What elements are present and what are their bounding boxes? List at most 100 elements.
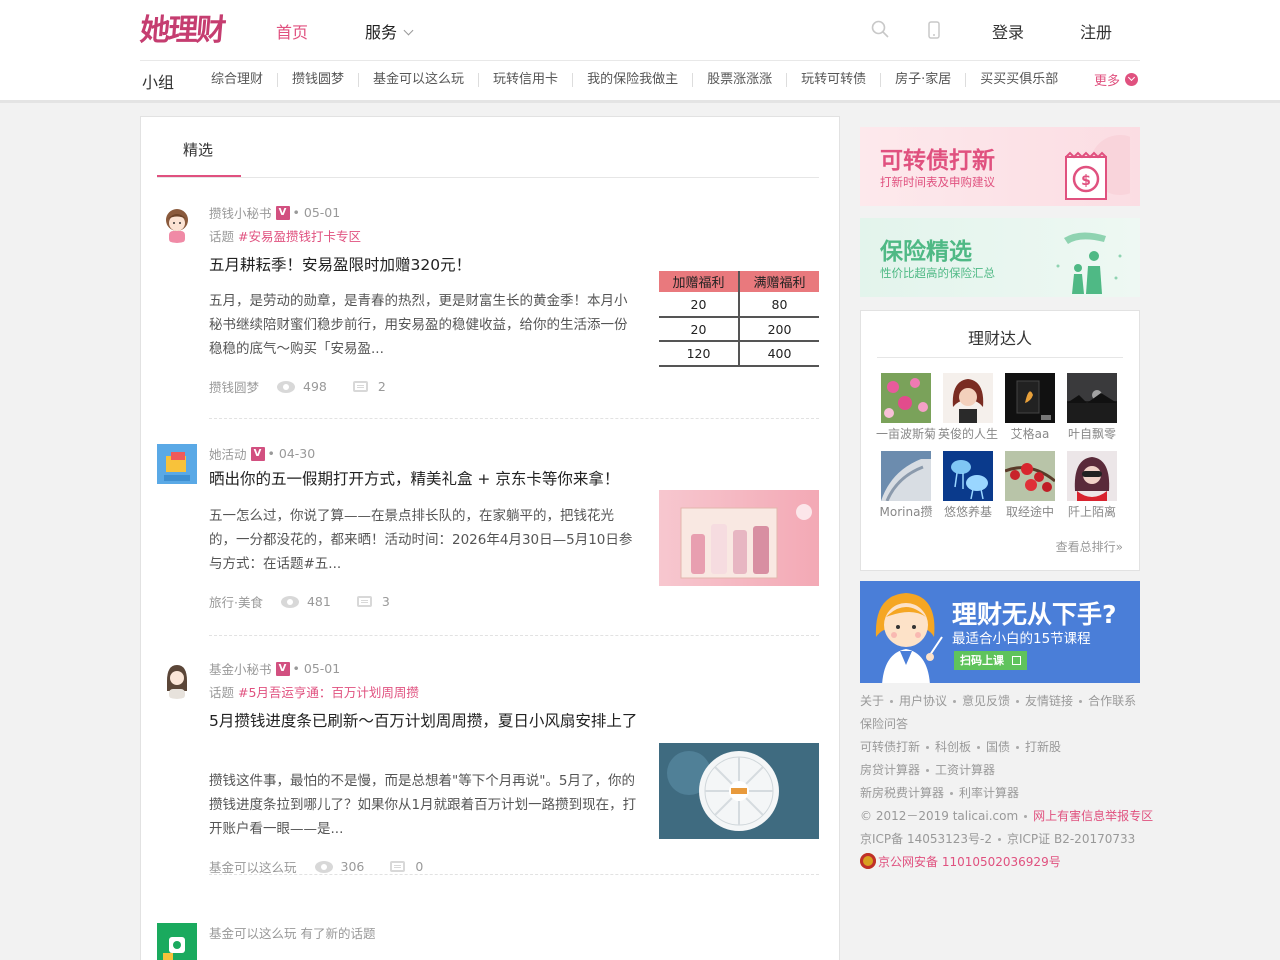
footer-link-house-tax-calc[interactable]: 新房税费计算器	[860, 786, 944, 800]
expert-card[interactable]: 叶自飘零	[1061, 373, 1123, 442]
avatar	[943, 373, 993, 423]
comment-count: 0	[415, 859, 424, 874]
author-name[interactable]: 她活动	[209, 444, 247, 463]
post-thumbnail[interactable]: 加赠福利 满赠福利 20 80 20 200 120 400	[659, 271, 819, 367]
verified-badge-icon: V	[275, 205, 290, 220]
register-link[interactable]: 注册	[1080, 19, 1112, 43]
expert-name: 阡上陌离	[1067, 505, 1116, 519]
expert-card[interactable]: 艾格aa	[999, 373, 1061, 442]
feed-post: 基金小秘书 V • 05-01 话题 #5月吾运亨通：百万计划周周攒 5月攒钱进…	[157, 659, 819, 879]
author-name[interactable]: 攒钱小秘书	[209, 203, 272, 222]
login-link[interactable]: 登录	[992, 19, 1024, 43]
topic-tag-link[interactable]: #5月吾运亨通：百万计划周周攒	[238, 685, 419, 700]
expert-panel: 理财达人 一亩波斯菊 英俊的人生 艾格aa 叶自飘零 Morina攒 悠悠养基 …	[860, 310, 1140, 571]
expert-name: 叶自飘零	[1067, 427, 1116, 441]
post-stats: 旅行·美食 481 3	[209, 592, 390, 611]
expert-card[interactable]: 取经途中	[999, 451, 1061, 520]
table-header: 加赠福利	[659, 271, 740, 293]
group-item[interactable]: 我的保险我做主	[573, 73, 694, 87]
icp-record: 京ICP备 14053123号-2	[860, 832, 993, 846]
footer-link-insurance-qa[interactable]: 保险问答	[860, 717, 908, 731]
expert-card[interactable]: 悠悠养基	[937, 451, 999, 520]
expert-card[interactable]: 一亩波斯菊	[875, 373, 937, 442]
avatar[interactable]	[157, 923, 197, 960]
avatar[interactable]	[157, 203, 197, 243]
group-item[interactable]: 攒钱圆梦	[278, 73, 360, 87]
view-count: 481	[306, 594, 331, 609]
site-header: 她理财 首页 服务 登录 注册 小组 综合理财 攒钱圆梦 基金可以这么玩 玩转信…	[0, 0, 1280, 103]
insurance-banner[interactable]: 保险精选 性价比超高的保险汇总	[860, 218, 1140, 297]
search-icon[interactable]	[871, 20, 889, 38]
avatar[interactable]	[157, 444, 197, 484]
thumbnail-table: 加赠福利 满赠福利 20 80 20 200 120 400	[659, 271, 819, 367]
group-notice[interactable]: 基金可以这么玩 有了新的话题	[209, 923, 375, 942]
avatar	[881, 373, 931, 423]
footer-link-treasury[interactable]: 国债	[986, 740, 1010, 754]
report-harmful-info-link[interactable]: 网上有害信息举报专区	[1033, 809, 1153, 823]
post-thumbnail[interactable]	[659, 743, 819, 839]
convertible-bond-banner[interactable]: 可转债打新 打新时间表及申购建议 $	[860, 127, 1140, 206]
scan-to-learn-button[interactable]: 扫码上课	[954, 651, 1027, 670]
post-divider	[209, 418, 819, 419]
footer-link-mortgage-calc[interactable]: 房贷计算器	[860, 763, 920, 777]
footer-link-feedback[interactable]: 意见反馈	[962, 694, 1010, 708]
table-cell: 20	[659, 292, 740, 318]
footer-link-contact[interactable]: 合作联系	[1088, 694, 1136, 708]
verified-badge-icon: V	[250, 446, 265, 461]
footer-link-star-market[interactable]: 科创板	[935, 740, 971, 754]
teacher-illustration-icon	[875, 593, 943, 683]
footer-link-salary-calc[interactable]: 工资计算器	[935, 763, 995, 777]
footer-link-rate-calc[interactable]: 利率计算器	[959, 786, 1019, 800]
author-name[interactable]: 基金小秘书	[209, 659, 272, 678]
post-date: • 05-01	[292, 661, 341, 676]
nav-service-label: 服务	[365, 23, 398, 42]
footer-link-friends[interactable]: 友情链接	[1025, 694, 1073, 708]
topic-prefix: 话题	[209, 229, 238, 244]
post-date: • 05-01	[292, 205, 341, 220]
footer-link-terms[interactable]: 用户协议	[899, 694, 947, 708]
post-title[interactable]: 晒出你的五一假期打开方式，精美礼盒 + 京东卡等你来拿！	[209, 467, 649, 491]
post-group-link[interactable]: 旅行·美食	[209, 592, 263, 611]
expert-card[interactable]: Morina攒	[875, 451, 937, 520]
group-item[interactable]: 玩转信用卡	[479, 73, 574, 87]
tab-divider	[157, 177, 819, 178]
table-header: 满赠福利	[739, 271, 819, 293]
post-thumbnail[interactable]	[659, 490, 819, 586]
table-cell: 80	[739, 292, 819, 318]
group-item[interactable]: 房子·家居	[881, 73, 967, 87]
avatar	[1067, 451, 1117, 501]
post-summary: 五月，是劳动的勋章，是青春的热烈，更是财富生长的黄金季！本月小秘书继续陪财蜜们稳…	[209, 293, 628, 357]
header-divider	[140, 60, 1140, 61]
post-title[interactable]: 五月耕耘季！安易盈限时加赠320元！	[209, 253, 639, 277]
tab-featured[interactable]: 精选	[183, 139, 213, 160]
post-divider	[209, 635, 819, 636]
post-divider	[209, 874, 819, 875]
group-item[interactable]: 买买买俱乐部	[966, 73, 1072, 87]
more-groups-link[interactable]: 更多	[1094, 70, 1139, 89]
expert-card[interactable]: 英俊的人生	[937, 373, 999, 442]
verified-badge-icon: V	[275, 661, 290, 676]
nav-home[interactable]: 首页	[276, 19, 308, 43]
eye-icon	[277, 380, 296, 393]
expert-card[interactable]: 阡上陌离	[1061, 451, 1123, 520]
group-item[interactable]: 基金可以这么玩	[359, 73, 480, 87]
post-group-link[interactable]: 攒钱圆梦	[209, 377, 259, 396]
group-item[interactable]: 股票涨涨涨	[693, 73, 788, 87]
eye-icon	[314, 860, 333, 873]
group-item[interactable]: 综合理财	[197, 73, 279, 87]
mobile-phone-icon[interactable]	[928, 21, 940, 39]
footer-link-new-stock[interactable]: 打新股	[1025, 740, 1061, 754]
post-title[interactable]: 5月攒钱进度条已刷新～百万计划周周攒，夏日小风扇安排上了	[209, 709, 639, 733]
course-banner[interactable]: 理财无从下手? 最适合小白的15节课程 扫码上课	[860, 581, 1140, 683]
topic-tag-link[interactable]: #安易盈攒钱打卡专区	[238, 229, 361, 244]
site-logo[interactable]: 她理财	[139, 12, 235, 50]
group-item[interactable]: 玩转可转债	[787, 73, 882, 87]
nav-service[interactable]: 服务	[365, 19, 414, 43]
footer-link-bond-ipo[interactable]: 可转债打新	[860, 740, 920, 754]
banner-title: 保险精选	[880, 239, 972, 265]
police-record-link[interactable]: 京公网安备 11010502036929号	[878, 855, 1061, 869]
view-full-ranking-link[interactable]: 查看总排行»	[1056, 538, 1123, 555]
footer-link-about[interactable]: 关于	[860, 694, 884, 708]
avatar[interactable]	[157, 659, 197, 699]
table-cell: 20	[659, 316, 740, 343]
